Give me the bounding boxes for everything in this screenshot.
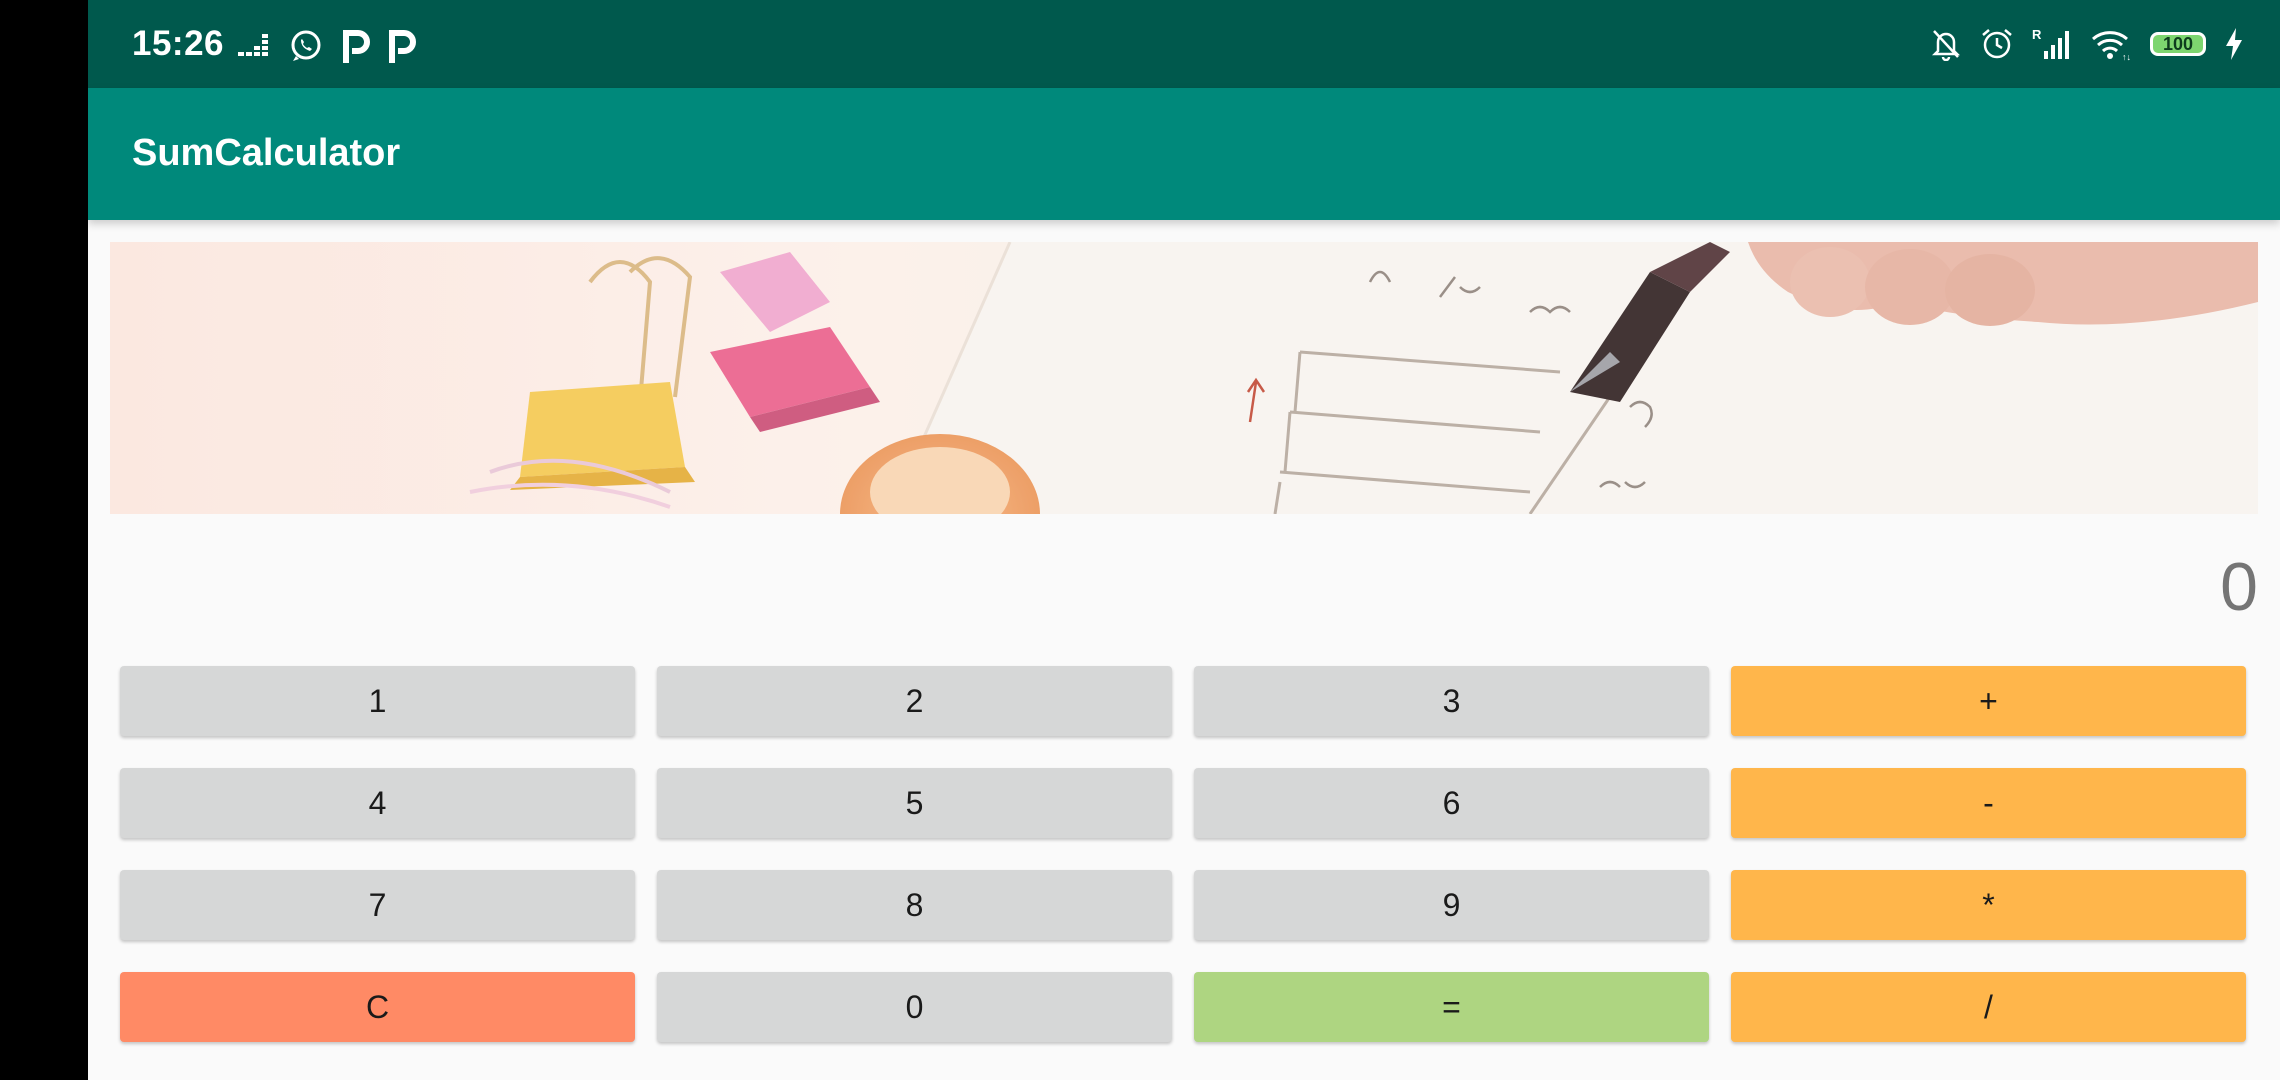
keypad-row: 4 5 6 - — [120, 768, 2248, 838]
digit-1-button[interactable]: 1 — [120, 666, 635, 736]
digit-3-button[interactable]: 3 — [1194, 666, 1709, 736]
result-display: 0 — [2220, 549, 2258, 625]
app-title: SumCalculator — [132, 132, 401, 174]
bell-off-icon — [1930, 24, 1962, 64]
battery-icon: 100 — [2150, 32, 2206, 56]
app-bar: SumCalculator — [88, 88, 2280, 220]
digit-2-button[interactable]: 2 — [657, 666, 1172, 736]
p-app-icon — [386, 26, 416, 66]
digit-9-button[interactable]: 9 — [1194, 870, 1709, 940]
keypad-row: 1 2 3 + — [120, 666, 2248, 736]
keypad-row: C 0 = / — [120, 972, 2248, 1042]
alarm-icon — [1980, 24, 2014, 64]
keypad: 1 2 3 + 4 5 6 - 7 8 9 * C 0 = / — [120, 666, 2248, 1074]
add-button[interactable]: + — [1731, 666, 2246, 736]
screen-edge — [0, 0, 88, 1080]
keypad-row: 7 8 9 * — [120, 870, 2248, 940]
wifi-icon: ↑↓ — [2090, 24, 2132, 64]
status-time: 15:26 — [132, 24, 225, 63]
digit-5-button[interactable]: 5 — [657, 768, 1172, 838]
digit-4-button[interactable]: 4 — [120, 768, 635, 838]
digit-6-button[interactable]: 6 — [1194, 768, 1709, 838]
subtract-button[interactable]: - — [1731, 768, 2246, 838]
status-bar: 15:26 R ↑↓ 100 — [88, 0, 2280, 88]
equals-button[interactable]: = — [1194, 972, 1709, 1042]
deezer-icon — [238, 26, 272, 66]
whatsapp-icon — [288, 26, 324, 66]
multiply-button[interactable]: * — [1731, 870, 2246, 940]
svg-text:R: R — [2032, 27, 2042, 42]
app-screen: 15:26 R ↑↓ 100 SumCalculator 0 1 2 3 + 4… — [88, 0, 2280, 1080]
clear-button[interactable]: C — [120, 972, 635, 1042]
header-banner-image — [110, 242, 2258, 514]
digit-7-button[interactable]: 7 — [120, 870, 635, 940]
signal-icon: R — [2032, 24, 2072, 64]
notification-icons — [238, 26, 416, 66]
digit-0-button[interactable]: 0 — [657, 972, 1172, 1042]
divide-button[interactable]: / — [1731, 972, 2246, 1042]
p-app-icon — [340, 26, 370, 66]
svg-text:↑↓: ↑↓ — [2122, 52, 2131, 61]
digit-8-button[interactable]: 8 — [657, 870, 1172, 940]
charging-icon — [2224, 24, 2244, 64]
system-icons: R ↑↓ 100 — [1930, 24, 2244, 64]
